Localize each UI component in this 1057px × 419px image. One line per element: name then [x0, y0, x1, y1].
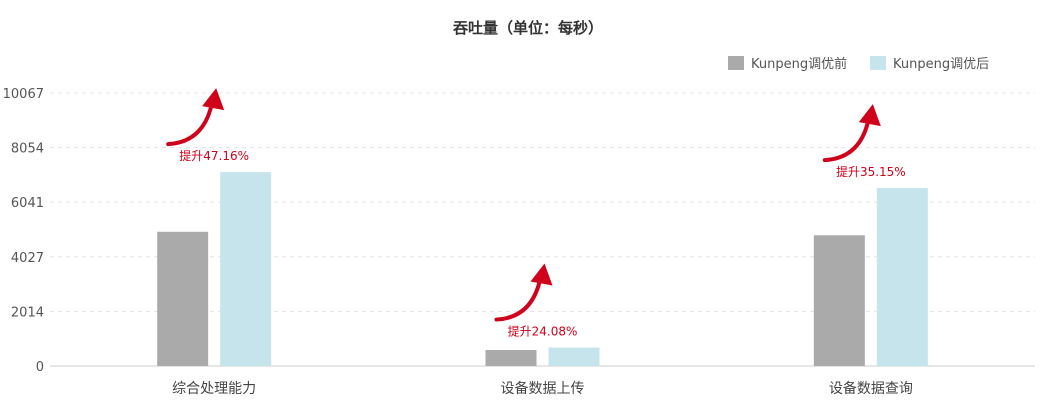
red-arrow-icon [822, 104, 881, 163]
improvement-label: 提升35.15% [836, 164, 906, 179]
y-tick-label: 0 [36, 360, 44, 375]
bar-before-2 [813, 235, 865, 366]
y-tick-label: 8054 [11, 142, 44, 157]
improvement-label: 提升47.16% [179, 148, 249, 163]
y-tick-label: 10067 [3, 87, 44, 102]
chart-title: 吞吐量（单位：每秒） [452, 19, 603, 37]
y-tick-label: 4027 [11, 251, 44, 266]
red-arrow-icon [166, 88, 225, 147]
legend-swatch-before [728, 56, 744, 70]
bar-before-1 [485, 350, 537, 366]
red-arrow-icon [494, 263, 553, 322]
x-category-label: 设备数据查询 [829, 380, 913, 397]
y-axis-ticks: 0 2014 4027 6041 8054 10067 [3, 87, 44, 375]
legend-label-after: Kunpeng调优后 [893, 57, 989, 72]
legend-label-before: Kunpeng调优前 [751, 56, 847, 72]
x-axis-categories: 综合处理能力 设备数据上传 设备数据查询 [172, 380, 913, 397]
bar-after-0 [220, 172, 272, 366]
improvement-label: 提升24.08% [508, 324, 578, 339]
bar-after-1 [548, 347, 600, 366]
throughput-chart: 吞吐量（单位：每秒） Kunpeng调优前 Kunpeng调优后 0 2014 40… [3, 19, 1035, 397]
legend-swatch-after [870, 56, 886, 70]
annotations: 提升47.16% 提升24.08% 提升35.15% [166, 88, 906, 339]
bar-after-2 [876, 188, 928, 366]
x-category-label: 设备数据上传 [501, 380, 585, 397]
y-tick-label: 6041 [11, 196, 44, 211]
x-category-label: 综合处理能力 [172, 381, 256, 397]
bar-before-0 [157, 231, 209, 366]
legend: Kunpeng调优前 Kunpeng调优后 [728, 56, 989, 72]
y-tick-label: 2014 [11, 305, 44, 320]
